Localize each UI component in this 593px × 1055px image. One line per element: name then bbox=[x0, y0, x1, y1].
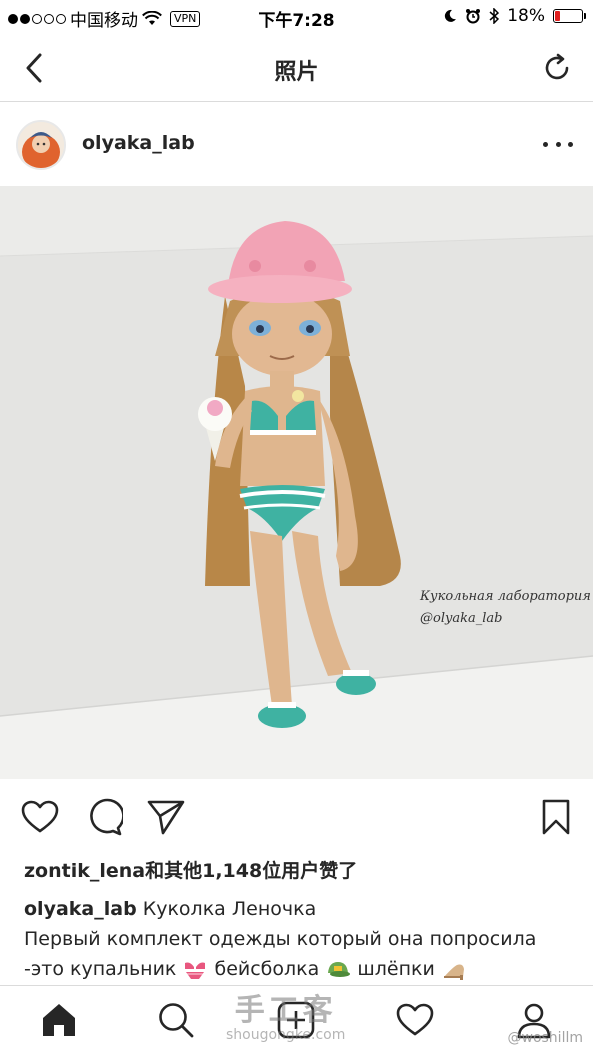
heart-icon bbox=[396, 1003, 434, 1036]
status-bar: 中国移动 VPN 下午7:28 18% bbox=[0, 0, 593, 34]
caption-line-2: Первый комплект одежды который она попро… bbox=[24, 928, 537, 950]
caption-line-3: -это купальник бейсболка шлёпки bbox=[24, 954, 579, 984]
caption-line-3-a: -это купальник bbox=[24, 958, 177, 980]
comment-icon bbox=[90, 798, 123, 836]
send-icon bbox=[147, 800, 185, 835]
tab-activity[interactable] bbox=[393, 998, 437, 1042]
alarm-icon bbox=[466, 9, 481, 24]
navigation-bar: 照片 bbox=[0, 34, 593, 102]
caption-username[interactable]: olyaka_lab bbox=[24, 898, 137, 920]
like-button[interactable] bbox=[20, 797, 60, 837]
site-watermark-title: 手工客 bbox=[234, 993, 337, 1028]
page-title: 照片 bbox=[274, 60, 319, 85]
site-watermark-url: shougongke.com bbox=[226, 1027, 346, 1043]
post-photo[interactable]: Кукольная лаборатория @olyaka_lab bbox=[0, 186, 593, 779]
doll-photo-image bbox=[0, 186, 593, 779]
tab-home[interactable] bbox=[37, 998, 81, 1042]
refresh-button[interactable] bbox=[537, 48, 577, 88]
status-right: 18% bbox=[443, 6, 586, 26]
site-watermark: 手工客 shougongke.com bbox=[226, 985, 345, 1043]
bookmark-icon bbox=[542, 799, 570, 835]
avatar-image bbox=[18, 122, 64, 168]
share-button[interactable] bbox=[146, 797, 186, 837]
caption-line-3-c: шлёпки bbox=[357, 958, 435, 980]
tab-search[interactable] bbox=[154, 998, 198, 1042]
search-icon bbox=[159, 1003, 194, 1038]
moon-icon bbox=[445, 9, 457, 22]
weibo-watermark: @woshillm bbox=[507, 1030, 584, 1046]
photo-watermark-text: Кукольная лаборатория @olyaka_lab bbox=[420, 586, 591, 630]
battery-level bbox=[555, 11, 561, 21]
save-button[interactable] bbox=[536, 797, 576, 837]
home-icon bbox=[43, 1004, 75, 1036]
comment-button[interactable] bbox=[84, 797, 124, 837]
likes-count[interactable]: zontik_lena和其他1,148位用户赞了 bbox=[24, 856, 357, 883]
caption-text: Куколка Леночка bbox=[142, 898, 317, 920]
battery-percent: 18% bbox=[507, 6, 545, 26]
avatar[interactable] bbox=[16, 120, 66, 170]
cap-emoji-icon bbox=[328, 961, 351, 977]
photo-watermark-line2: @olyaka_lab bbox=[420, 611, 503, 626]
post-actions bbox=[0, 797, 593, 841]
bikini-emoji-icon bbox=[185, 962, 206, 979]
bluetooth-icon bbox=[489, 8, 500, 24]
refresh-icon bbox=[545, 53, 569, 80]
post-header: olyaka_lab bbox=[0, 102, 593, 186]
post-username[interactable]: olyaka_lab bbox=[82, 132, 195, 154]
heart-icon bbox=[21, 800, 59, 833]
sandal-emoji-icon bbox=[443, 964, 464, 980]
photo-watermark-line1: Кукольная лаборатория bbox=[420, 589, 591, 604]
battery-icon bbox=[553, 9, 586, 23]
caption-line-3-b: бейсболка bbox=[214, 958, 320, 980]
more-horizontal-icon[interactable] bbox=[543, 132, 573, 156]
post-caption: olyaka_lab Куколка Леночка Первый компле… bbox=[24, 894, 579, 984]
